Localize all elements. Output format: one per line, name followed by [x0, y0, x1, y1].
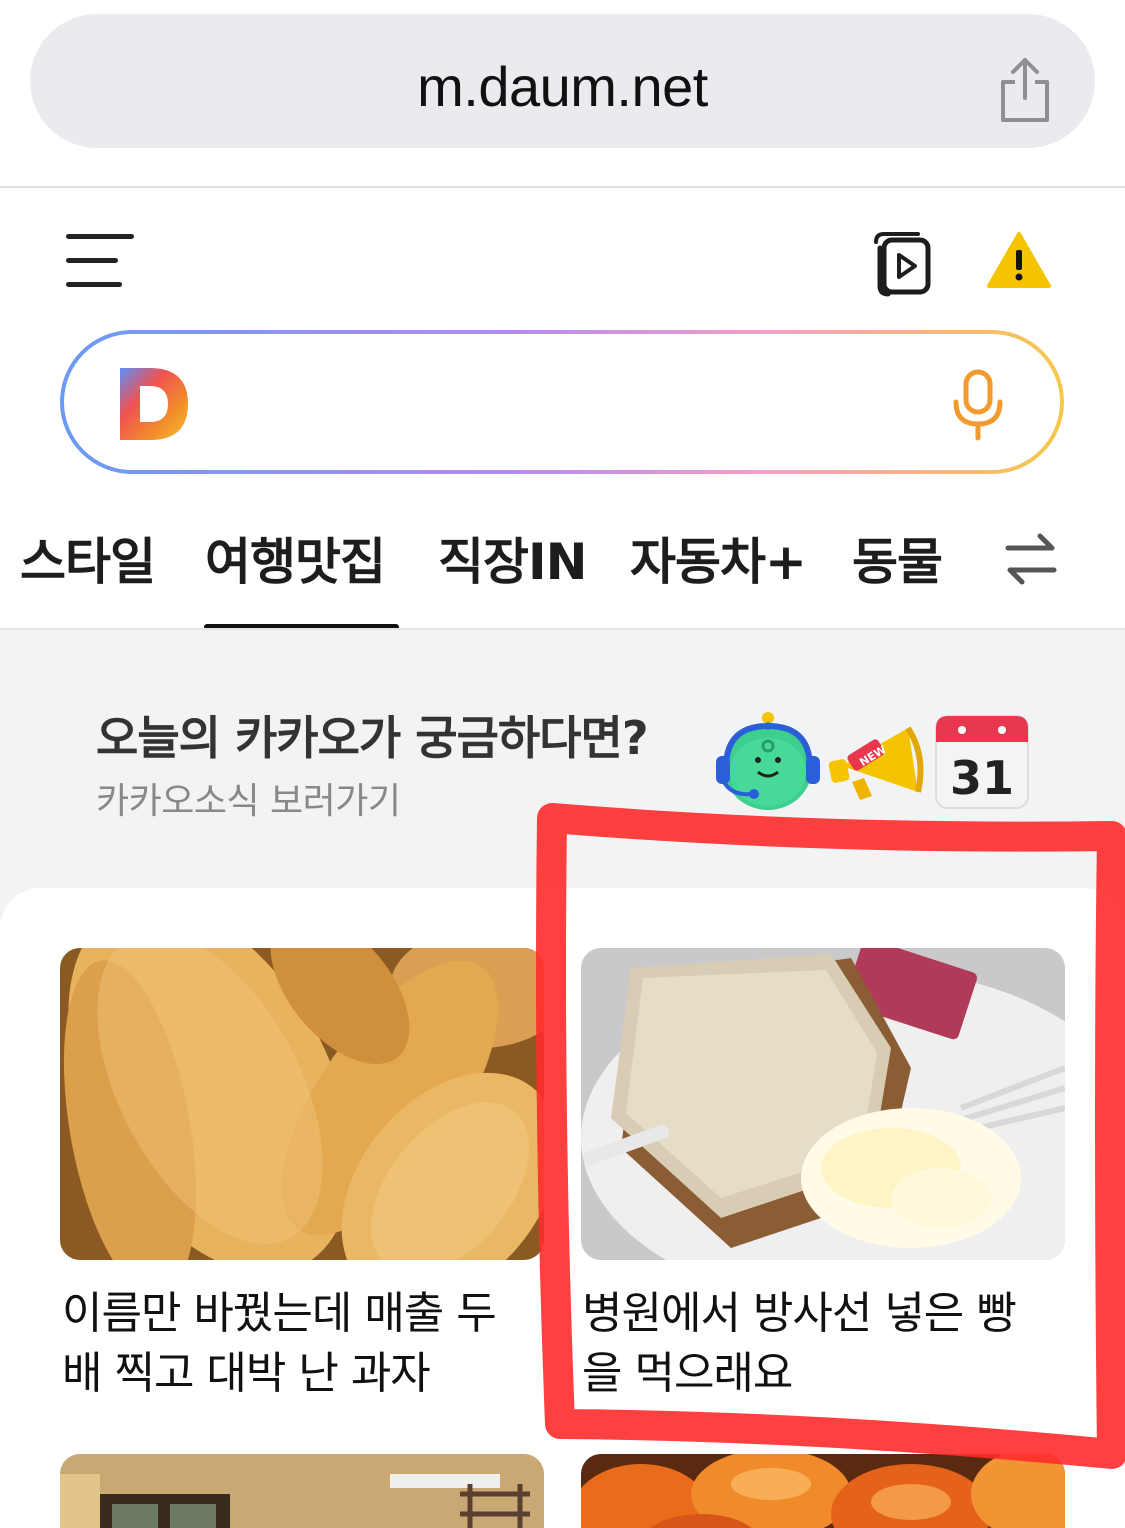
news-thumbnail-bread[interactable] — [581, 948, 1065, 1260]
microphone-icon[interactable] — [948, 368, 1008, 442]
calendar-icon: 31 — [935, 715, 1029, 809]
news-thumbnail-pastry[interactable] — [581, 1454, 1065, 1528]
share-icon[interactable] — [995, 54, 1055, 124]
calendar-number: 31 — [950, 751, 1014, 805]
megaphone-icon: NEW — [828, 726, 924, 800]
news-thumbnail-room[interactable] — [60, 1454, 544, 1528]
news-thumbnail-cookies[interactable] — [60, 948, 544, 1260]
kakao-banner-subtitle[interactable]: 카카오소식 보러가기 — [96, 772, 401, 824]
hamburger-menu-icon[interactable] — [66, 234, 134, 290]
news-title-2[interactable]: 병원에서 방사선 넣은 빵 을 먹으래요 — [582, 1284, 1017, 1404]
warning-icon[interactable] — [986, 230, 1052, 290]
tab-animals[interactable]: 동물 — [852, 522, 943, 594]
swap-arrows-icon[interactable] — [1002, 530, 1060, 588]
news-title-1[interactable]: 이름만 바꿨는데 매출 두 배 찍고 대박 난 과자 — [62, 1284, 497, 1404]
browser-toolbar: m.daum.net — [0, 0, 1125, 188]
tab-work-in[interactable]: 직장IN — [438, 522, 587, 594]
address-bar[interactable]: m.daum.net — [30, 14, 1095, 148]
tab-travel-food[interactable]: 여행맛집 — [205, 522, 386, 594]
search-box[interactable] — [60, 330, 1064, 474]
category-tabs: 스타일 여행맛집 직장IN 자동차+ 동물 — [0, 500, 1125, 630]
kakao-banner-title[interactable]: 오늘의 카카오가 궁금하다면? — [96, 702, 649, 768]
video-play-icon[interactable] — [870, 228, 934, 298]
search-input[interactable] — [64, 334, 1060, 470]
tab-car-plus[interactable]: 자동차+ — [630, 522, 807, 594]
character-headset-icon — [716, 712, 820, 810]
kakao-banner-icons[interactable]: NEW 31 — [712, 708, 1032, 818]
tab-style[interactable]: 스타일 — [20, 522, 156, 594]
url-text[interactable]: m.daum.net — [30, 54, 1095, 119]
daum-d-logo — [120, 368, 188, 440]
